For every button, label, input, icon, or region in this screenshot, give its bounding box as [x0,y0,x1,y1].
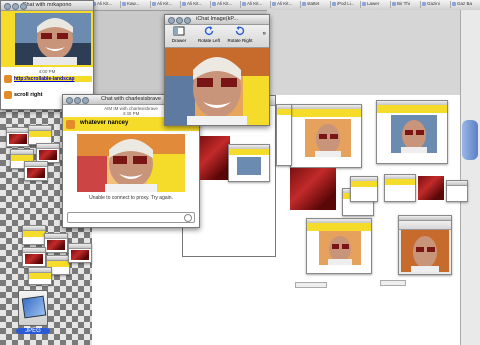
thumbnail-window[interactable] [290,104,362,168]
browser-tab[interactable]: Ali Kit... [180,1,211,8]
red-photo [200,136,230,180]
jpeg-file-label: JPEG [16,328,50,334]
connection-status: Unable to connect to proxy. Try again. [89,195,173,201]
background-region [267,10,460,95]
drawer-icon [173,26,185,36]
window-controls[interactable] [168,17,192,24]
image-window-title-bar[interactable]: iChat Image(kP... [165,15,269,25]
chat-message-row: http://scrollable-landscap [1,74,93,84]
browser-tab[interactable]: Lawer [360,1,391,8]
message-text: scroll right [14,92,43,98]
buddy-icon [66,120,75,129]
ichat-image-window[interactable]: iChat Image(kP... Drawer Rotate Left Rot… [164,14,270,126]
thumbnail-cluster [6,125,60,181]
buddy-photo [15,13,91,65]
rotate-left-icon [204,26,214,35]
smiley-icon[interactable] [184,214,192,222]
rotate-right-icon [235,26,245,35]
rotate-right-button[interactable]: Rotate Right [225,26,255,43]
chat-window-title: Chat with mrkapono [22,2,72,8]
drawer-button[interactable]: Drawer [169,26,189,43]
rotate-left-button[interactable]: Rotate Left [195,26,223,43]
browser-tab[interactable]: Ali Kit... [150,1,181,8]
window-controls[interactable] [4,3,28,10]
right-scrollbar-track[interactable] [460,10,480,345]
image-toolbar: Drawer Rotate Left Rotate Right » [165,25,269,48]
message-link[interactable]: http://scrollable-landscap [14,76,75,82]
chat-window-title: Chat with charlesisbrave [101,96,161,102]
chat-window-title-bar[interactable]: Chat with mrkapono [1,1,93,11]
buddy-icon [4,75,12,83]
thumbnail-window[interactable] [276,104,292,166]
toolbar-overflow-icon[interactable]: » [263,31,266,37]
image-preview[interactable] [165,48,269,125]
browser-tab[interactable]: Gaz Ba [450,1,480,8]
browser-tab[interactable]: iPod Li... [330,1,361,8]
canvas-control[interactable] [295,282,327,288]
thumbnail-window[interactable] [306,218,372,274]
thumbnail-window[interactable] [228,144,270,182]
message-input[interactable] [67,212,195,223]
red-photo [418,176,444,200]
right-scrollbar-thumb[interactable] [462,120,478,160]
rotate-right-label: Rotate Right [227,38,253,43]
thumbnail-window[interactable] [446,180,468,202]
browser-tab[interactable]: Ali Kit... [270,1,301,8]
image-window-title: iChat Image(kP... [196,16,238,22]
browser-tab[interactable]: Gazini [420,1,451,8]
thumbnail-window[interactable] [384,174,416,202]
buddy-icon [4,91,12,99]
image-window-thumbnail[interactable] [398,215,452,275]
browser-tab[interactable]: Bir Thi [390,1,421,8]
window-controls[interactable] [66,97,90,104]
rotate-left-label: Rotate Left [197,38,220,43]
chat-photo[interactable] [77,134,185,192]
browser-tab[interactable]: stattet [300,1,331,8]
browser-tab[interactable]: Ali Kit... [240,1,271,8]
chat-photo-header [1,11,93,67]
red-photo [290,168,336,210]
thumbnail-window[interactable] [376,100,448,164]
jpeg-file-icon[interactable]: JPEG [16,290,50,342]
drawer-label: Drawer [171,38,187,43]
browser-tab[interactable]: Kaw... [120,1,151,8]
browser-tab[interactable]: Ali Kit... [210,1,241,8]
canvas-control[interactable] [380,280,406,286]
file-icon [18,290,48,326]
thumbnail-window[interactable] [350,176,378,202]
thumbnail-cluster [22,225,92,285]
browser-tab[interactable]: Ali Kit... [90,1,121,8]
message-text: whatever nancey [80,120,129,126]
